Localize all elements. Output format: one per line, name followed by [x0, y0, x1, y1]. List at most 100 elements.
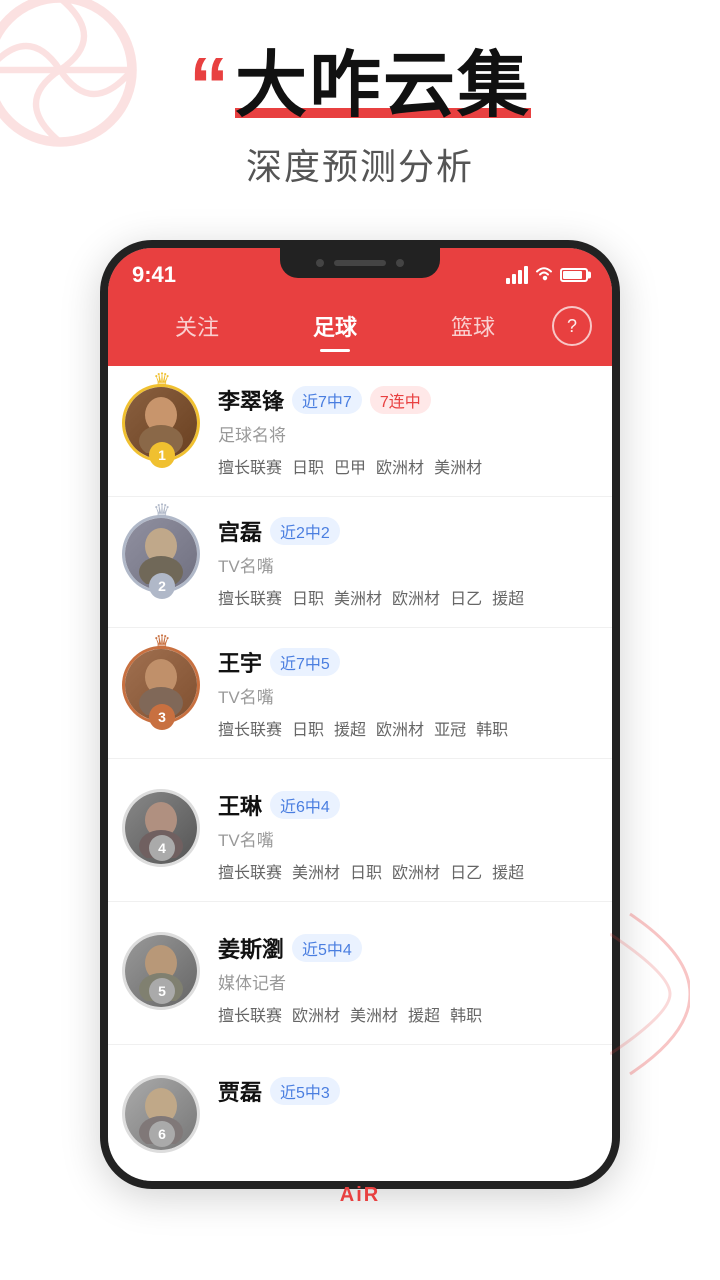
expert-info-6: 贾磊 近5中3 — [218, 1075, 588, 1107]
rank-badge-2: 2 — [149, 573, 175, 599]
wifi-icon — [534, 265, 554, 286]
tag-2-6: 援超 — [492, 585, 524, 609]
expert-tags-4: 擅长联赛 美洲材 日职 欧洲材 日乙 援超 — [218, 859, 588, 883]
tag-4-6: 援超 — [492, 859, 524, 883]
status-icons — [506, 265, 588, 286]
hero-title: “大咋云集 — [0, 50, 720, 122]
tag-5-3: 美洲材 — [350, 1002, 398, 1026]
expert-tags-5: 擅长联赛 欧洲材 美洲材 援超 韩职 — [218, 1002, 588, 1026]
tag-3-2: 日职 — [292, 716, 324, 740]
hero-section: “大咋云集 深度预测分析 — [0, 0, 720, 210]
signal-bars — [506, 266, 528, 284]
tag-5-2: 欧洲材 — [292, 1002, 340, 1026]
expert-badge1-4: 近6中4 — [270, 791, 340, 819]
expert-name-row-1: 李翠锋 近7中7 7连中 — [218, 384, 588, 416]
notch-dot2 — [396, 259, 404, 267]
expert-name-4: 王琳 — [218, 789, 262, 821]
rank-badge-5: 5 — [149, 978, 175, 1004]
expert-name-2: 宫磊 — [218, 515, 262, 547]
tag-4-2: 美洲材 — [292, 859, 340, 883]
signal-bar-4 — [524, 266, 528, 284]
expert-item-6[interactable]: 6 贾磊 近5中3 — [108, 1045, 612, 1161]
expert-name-6: 贾磊 — [218, 1075, 262, 1107]
expert-name-row-2: 宫磊 近2中2 — [218, 515, 588, 547]
crown-icon-1: ♛ — [153, 368, 171, 393]
tag-1-2: 日职 — [292, 454, 324, 478]
expert-title-2: TV名嘴 — [218, 552, 588, 577]
deco-arcs — [610, 904, 690, 1089]
expert-item-5[interactable]: 5 姜斯瀏 近5中4 媒体记者 擅长联赛 欧洲材 美洲材 援超 韩职 — [108, 902, 612, 1045]
signal-bar-1 — [506, 278, 510, 284]
tag-1-3: 巴甲 — [334, 454, 366, 478]
hero-subtitle: 深度预测分析 — [0, 138, 720, 190]
rank-badge-6: 6 — [149, 1121, 175, 1147]
quote-mark: “ — [189, 50, 231, 122]
expert-name-row-3: 王宇 近7中5 — [218, 646, 588, 678]
expert-item-1[interactable]: ♛ 1 李翠锋 近7中7 — [108, 366, 612, 497]
signal-bar-2 — [512, 274, 516, 284]
rank-avatar-5: 5 — [122, 920, 202, 1000]
crown-icon-3: ♛ — [153, 630, 171, 655]
tag-2-3: 美洲材 — [334, 585, 382, 609]
expert-tags-1: 擅长联赛 日职 巴甲 欧洲材 美洲材 — [218, 454, 588, 478]
phone-mockup: 9:41 — [0, 240, 720, 1189]
rank-badge-1: 1 — [149, 442, 175, 468]
expert-info-4: 王琳 近6中4 TV名嘴 擅长联赛 美洲材 日职 欧洲材 日乙 援超 — [218, 789, 588, 883]
phone-frame: 9:41 — [100, 240, 620, 1189]
expert-tags-3: 擅长联赛 日职 援超 欧洲材 亚冠 韩职 — [218, 716, 588, 740]
tag-3-1: 擅长联赛 — [218, 716, 282, 740]
expert-badge1-5: 近5中4 — [292, 934, 362, 962]
rank-avatar-3: ♛ 3 — [122, 646, 202, 726]
expert-title-4: TV名嘴 — [218, 826, 588, 851]
tag-1-5: 美洲材 — [434, 454, 482, 478]
tag-5-4: 援超 — [408, 1002, 440, 1026]
crown-icon-2: ♛ — [153, 499, 171, 524]
expert-name-1: 李翠锋 — [218, 384, 284, 416]
tab-guanzhu[interactable]: 关注 — [128, 304, 266, 348]
status-bar: 9:41 — [108, 248, 612, 294]
tag-2-5: 日乙 — [450, 585, 482, 609]
tag-3-3: 援超 — [334, 716, 366, 740]
tag-3-4: 欧洲材 — [376, 716, 424, 740]
tag-4-5: 日乙 — [450, 859, 482, 883]
expert-badge1-6: 近5中3 — [270, 1077, 340, 1105]
rank-avatar-2: ♛ 2 — [122, 515, 202, 595]
tag-2-4: 欧洲材 — [392, 585, 440, 609]
expert-name-row-6: 贾磊 近5中3 — [218, 1075, 588, 1107]
expert-name-row-5: 姜斯瀏 近5中4 — [218, 932, 588, 964]
expert-badge1-1: 近7中7 — [292, 386, 362, 414]
expert-info-1: 李翠锋 近7中7 7连中 足球名将 擅长联赛 日职 巴甲 欧洲材 美洲材 — [218, 384, 588, 478]
phone-nav[interactable]: 关注 足球 篮球 ? — [108, 294, 612, 366]
expert-title-1: 足球名将 — [218, 421, 588, 446]
tag-1-4: 欧洲材 — [376, 454, 424, 478]
help-button[interactable]: ? — [552, 306, 592, 346]
tab-zuqiu[interactable]: 足球 — [266, 304, 404, 348]
air-section: AiR — [0, 1189, 720, 1217]
battery-icon — [560, 268, 588, 282]
expert-title-5: 媒体记者 — [218, 969, 588, 994]
expert-item-4[interactable]: 4 王琳 近6中4 TV名嘴 擅长联赛 美洲材 日职 欧洲材 日乙 援超 — [108, 759, 612, 902]
expert-tags-2: 擅长联赛 日职 美洲材 欧洲材 日乙 援超 — [218, 585, 588, 609]
expert-badge2-1: 7连中 — [370, 386, 431, 414]
expert-name-3: 王宇 — [218, 646, 262, 678]
expert-item-3[interactable]: ♛ 3 王宇 近7中5 — [108, 628, 612, 759]
expert-info-2: 宫磊 近2中2 TV名嘴 擅长联赛 日职 美洲材 欧洲材 日乙 援超 — [218, 515, 588, 609]
tag-4-4: 欧洲材 — [392, 859, 440, 883]
status-time: 9:41 — [132, 262, 176, 288]
tab-lanqiu[interactable]: 篮球 — [404, 304, 542, 348]
tag-5-1: 擅长联赛 — [218, 1002, 282, 1026]
tag-4-3: 日职 — [350, 859, 382, 883]
tag-3-5: 亚冠 — [434, 716, 466, 740]
rank-avatar-1: ♛ 1 — [122, 384, 202, 464]
expert-badge1-2: 近2中2 — [270, 517, 340, 545]
expert-badge1-3: 近7中5 — [270, 648, 340, 676]
tag-4-1: 擅长联赛 — [218, 859, 282, 883]
rank-badge-3: 3 — [149, 704, 175, 730]
expert-name-row-4: 王琳 近6中4 — [218, 789, 588, 821]
notch-dot — [316, 259, 324, 267]
expert-list: ♛ 1 李翠锋 近7中7 — [108, 366, 612, 1161]
expert-item-2[interactable]: ♛ 2 宫磊 近2中2 — [108, 497, 612, 628]
tag-3-6: 韩职 — [476, 716, 508, 740]
tag-1-1: 擅长联赛 — [218, 454, 282, 478]
rank-badge-4: 4 — [149, 835, 175, 861]
